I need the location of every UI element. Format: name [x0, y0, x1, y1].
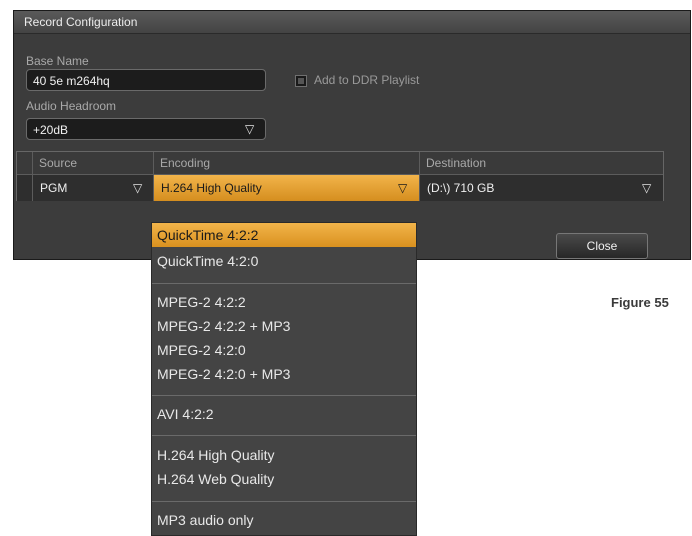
- base-name-label: Base Name: [26, 54, 89, 68]
- triangle-down-icon: ▽: [245, 122, 255, 136]
- menu-item-mpeg2-422[interactable]: MPEG-2 4:2:2: [152, 290, 416, 314]
- base-name-input[interactable]: 40 5e m264hq: [26, 69, 266, 91]
- menu-item-quicktime-422[interactable]: QuickTime 4:2:2: [152, 223, 416, 247]
- source-select[interactable]: PGM ▽: [33, 175, 154, 201]
- table-header-blank: [17, 152, 33, 174]
- add-ddr-playlist-label: Add to DDR Playlist: [314, 73, 420, 87]
- dialog-titlebar: Record Configuration: [14, 11, 690, 34]
- menu-item-h264-high[interactable]: H.264 High Quality: [152, 443, 416, 467]
- table-header-source: Source: [33, 152, 154, 174]
- triangle-down-icon: ▽: [133, 181, 143, 195]
- menu-divider: [152, 435, 416, 436]
- dialog-title: Record Configuration: [24, 15, 138, 29]
- triangle-down-icon: ▽: [398, 181, 408, 195]
- audio-headroom-value: +20dB: [33, 123, 69, 137]
- table-header-destination: Destination: [426, 156, 487, 170]
- audio-headroom-select[interactable]: +20dB ▽: [26, 118, 266, 140]
- row-marker: [17, 175, 33, 201]
- menu-divider: [152, 501, 416, 502]
- menu-item-quicktime-420[interactable]: QuickTime 4:2:0: [152, 249, 416, 273]
- encoding-dropdown-menu: QuickTime 4:2:2 QuickTime 4:2:0 MPEG-2 4…: [151, 222, 417, 536]
- menu-item-mpeg2-422-mp3[interactable]: MPEG-2 4:2:2 + MP3: [152, 314, 416, 338]
- destination-select[interactable]: (D:\) 710 GB ▽: [420, 175, 663, 201]
- menu-item-mpeg2-420-mp3[interactable]: MPEG-2 4:2:0 + MP3: [152, 362, 416, 386]
- audio-headroom-label: Audio Headroom: [26, 99, 117, 113]
- menu-item-mpeg2-420[interactable]: MPEG-2 4:2:0: [152, 338, 416, 362]
- add-ddr-playlist-checkbox[interactable]: [295, 75, 307, 87]
- record-table: Source Encoding Destination PGM ▽ H.264 …: [16, 151, 664, 201]
- encoding-select[interactable]: H.264 High Quality ▽: [154, 175, 420, 201]
- menu-divider: [152, 283, 416, 284]
- table-header-encoding: Encoding: [154, 152, 420, 174]
- menu-item-mp3-audio[interactable]: MP3 audio only: [152, 508, 416, 532]
- triangle-down-icon: ▽: [642, 181, 652, 195]
- menu-divider: [152, 395, 416, 396]
- figure-caption: Figure 55: [611, 295, 669, 310]
- base-name-value: 40 5e m264hq: [33, 74, 110, 88]
- close-button[interactable]: Close: [556, 233, 648, 259]
- table-row: PGM ▽ H.264 High Quality ▽ (D:\) 710 GB …: [17, 174, 663, 201]
- menu-item-h264-web[interactable]: H.264 Web Quality: [152, 467, 416, 491]
- menu-item-avi-422[interactable]: AVI 4:2:2: [152, 402, 416, 426]
